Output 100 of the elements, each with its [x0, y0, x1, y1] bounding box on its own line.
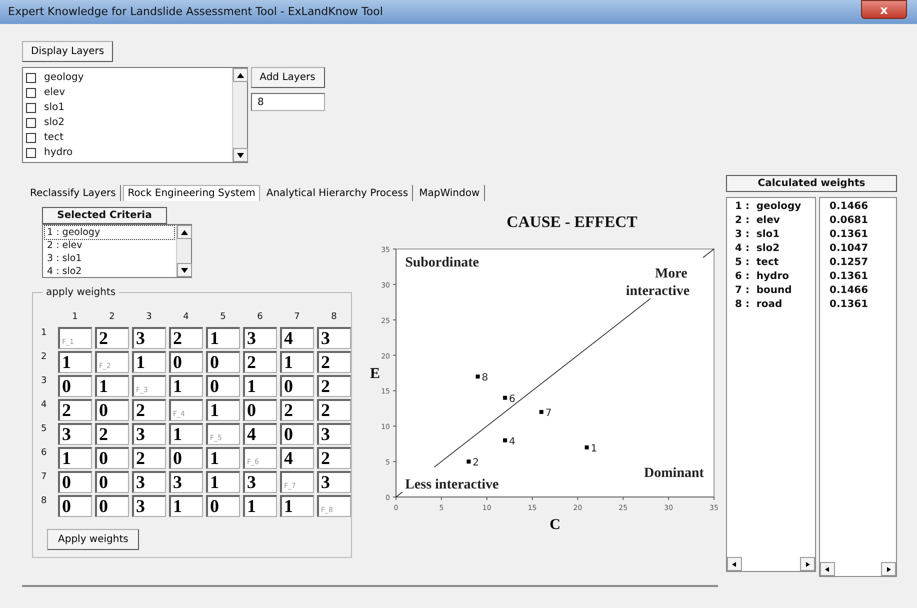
criteria-listbox[interactable]: 1 : geology 2 : elev 3 : slo1 4 : slo2 — [42, 224, 192, 278]
weight-field[interactable]: 0 — [206, 350, 240, 372]
weight-field[interactable]: 1 — [243, 374, 277, 396]
weight-field[interactable]: 0 — [58, 374, 92, 396]
axis-label: C — [550, 517, 560, 533]
weight-field[interactable]: 1 — [206, 446, 240, 468]
criterion-name: 4 : slo2 — [735, 242, 781, 256]
scroll-down-icon[interactable] — [177, 263, 192, 277]
weight-field[interactable]: 1 — [169, 494, 203, 516]
weight-field[interactable]: 2 — [132, 446, 166, 468]
weight-field[interactable]: 0 — [169, 446, 203, 468]
weight-field[interactable]: 2 — [317, 398, 351, 420]
weight-field[interactable]: 4 — [280, 446, 314, 468]
scroll-right-icon[interactable] — [800, 557, 815, 571]
weight-value: 0.1361 — [830, 298, 870, 312]
count-field[interactable]: 8 — [250, 93, 324, 111]
weight-field[interactable]: 2 — [317, 374, 351, 396]
scroll-down-icon[interactable] — [233, 148, 248, 162]
weight-field[interactable]: 1 — [169, 374, 203, 396]
weight-field[interactable]: 0 — [206, 374, 240, 396]
weight-field[interactable]: 0 — [95, 470, 129, 492]
criteria-item[interactable]: 3 : slo1 — [45, 252, 174, 265]
weight-field[interactable]: 0 — [243, 398, 277, 420]
weights-listbox[interactable]: 1 : geology 2 : elev 3 : slo1 4 : slo2 5 : tect 6 : hydro 7 : bound 8 : road — [726, 197, 816, 572]
weight-field[interactable]: 3 — [317, 470, 351, 492]
weight-field[interactable]: 0 — [95, 494, 129, 516]
weight-field[interactable]: 1 — [206, 326, 240, 348]
weight-field[interactable]: 1 — [169, 422, 203, 444]
weight-field[interactable]: 3 — [317, 422, 351, 444]
weight-field[interactable]: 3 — [132, 326, 166, 348]
scroll-right-icon[interactable] — [880, 562, 896, 576]
checkbox[interactable] — [26, 102, 36, 112]
checkbox[interactable] — [26, 88, 36, 98]
add-layers-button[interactable]: Add Layers — [250, 67, 324, 88]
weight-field[interactable]: 1 — [58, 350, 92, 372]
tab[interactable]: Analytical Hierarchy Process — [262, 185, 414, 201]
weight-field[interactable]: 3 — [243, 470, 277, 492]
display-layers-button[interactable]: Display Layers — [22, 41, 114, 62]
weight-field[interactable]: 0 — [280, 374, 314, 396]
weight-field[interactable]: 0 — [169, 350, 203, 372]
criteria-item[interactable]: 4 : slo2 — [45, 265, 174, 278]
weight-field[interactable]: 0 — [95, 398, 129, 420]
weight-field[interactable]: 1 — [132, 350, 166, 372]
criteria-item[interactable]: 1 : geology — [45, 226, 174, 239]
weight-field[interactable]: 1 — [243, 494, 277, 516]
weight-field[interactable]: 2 — [132, 398, 166, 420]
weight-field[interactable]: 2 — [95, 422, 129, 444]
row-header: 2 — [41, 350, 48, 364]
weight-field[interactable]: 2 — [169, 326, 203, 348]
weight-field[interactable]: 0 — [206, 494, 240, 516]
weight-field[interactable]: 1 — [58, 446, 92, 468]
weight-field[interactable]: 2 — [317, 350, 351, 372]
weight-field[interactable]: 3 — [132, 494, 166, 516]
quadrant-label: Subordinate — [405, 256, 479, 271]
close-button[interactable]: x — [861, 0, 907, 19]
criteria-item[interactable]: 2 : elev — [45, 239, 174, 252]
tab[interactable]: MapWindow — [415, 185, 485, 201]
criterion-name: 8 : road — [735, 298, 784, 312]
weight-field[interactable]: 1 — [206, 470, 240, 492]
weight-field[interactable]: 0 — [95, 446, 129, 468]
weight-field[interactable]: 0 — [58, 470, 92, 492]
weight-field[interactable]: 2 — [317, 446, 351, 468]
weight-field[interactable]: 2 — [95, 326, 129, 348]
checkbox[interactable] — [26, 118, 36, 128]
data-point — [503, 396, 508, 400]
point-label: 8 — [482, 372, 488, 384]
weight-field[interactable]: 3 — [243, 326, 277, 348]
apply-weights-button[interactable]: Apply weights — [47, 528, 140, 550]
weight-field[interactable]: 3 — [132, 422, 166, 444]
weight-field[interactable]: 3 — [317, 326, 351, 348]
checkbox[interactable] — [26, 72, 36, 82]
scroll-left-icon[interactable] — [820, 562, 834, 576]
scroll-up-icon[interactable] — [177, 225, 192, 239]
tab[interactable]: Reclassify Layers — [26, 185, 121, 201]
weight-field[interactable]: 1 — [280, 350, 314, 372]
quadrant-label: Less interactive — [405, 478, 499, 492]
weight-field[interactable]: 2 — [58, 398, 92, 420]
weights-listbox[interactable]: 0.1466 0.0681 0.1361 0.1047 0.1257 0.1361 0.1466 0.1361 — [818, 197, 896, 577]
weight-field[interactable]: 3 — [132, 470, 166, 492]
weight-field[interactable]: 4 — [280, 326, 314, 348]
weight-field[interactable]: 3 — [169, 470, 203, 492]
weight-field[interactable]: 1 — [206, 398, 240, 420]
checkbox[interactable] — [26, 148, 36, 158]
tab[interactable]: Rock Engineering System — [122, 185, 260, 201]
criterion-name: 2 : elev — [735, 214, 781, 228]
row-header: 6 — [41, 446, 48, 460]
weight-field[interactable]: 4 — [243, 422, 277, 444]
weight-field[interactable]: 2 — [243, 350, 277, 372]
weight-field[interactable]: 3 — [58, 422, 92, 444]
weight-value: 0.1047 — [830, 242, 870, 256]
scroll-up-icon[interactable] — [233, 68, 248, 82]
weight-field[interactable]: 1 — [280, 494, 314, 516]
scroll-left-icon[interactable] — [727, 557, 742, 571]
weight-value: 0.1466 — [830, 200, 870, 214]
layer-listbox[interactable]: geology elev slo1 slo2 tect hydro — [22, 67, 248, 163]
weight-field[interactable]: 0 — [58, 494, 92, 516]
weight-field[interactable]: 2 — [280, 398, 314, 420]
weight-field[interactable]: 1 — [95, 374, 129, 396]
weight-field[interactable]: 0 — [280, 422, 314, 444]
checkbox[interactable] — [26, 132, 36, 142]
